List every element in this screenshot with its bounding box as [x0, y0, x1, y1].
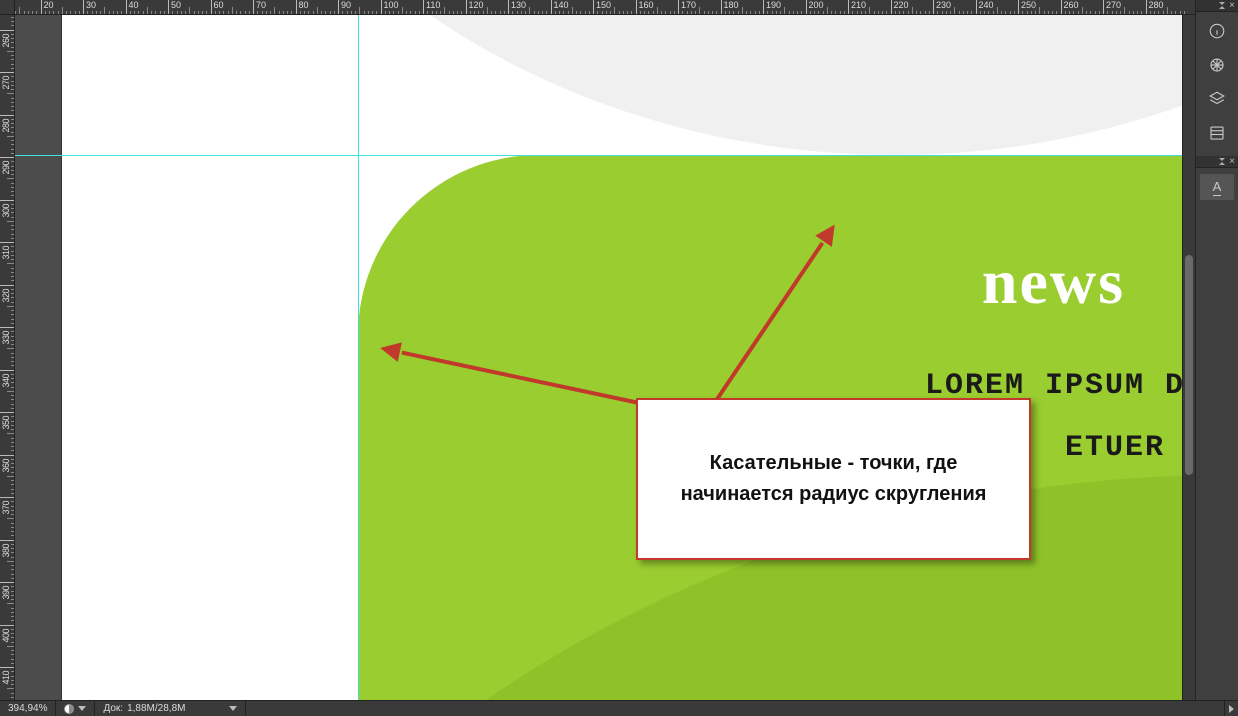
scrollbar-thumb[interactable]: [1185, 255, 1193, 475]
annotation-callout: Касательные - точки, где начинается ради…: [636, 398, 1031, 560]
news-archive-heading: NEWS ARCHIV: [956, 651, 1195, 692]
character-panel-icon[interactable]: A: [1200, 174, 1234, 200]
artboard[interactable]: news LOREM IPSUM DOETUER AULLA. DOPURUS …: [62, 15, 1195, 700]
zoom-level[interactable]: 394,94%: [0, 701, 56, 716]
doc-label: Док:: [103, 703, 123, 714]
vertical-scrollbar[interactable]: [1182, 15, 1195, 700]
guide-vertical[interactable]: [358, 15, 359, 700]
dock-collapse-handle[interactable]: ×: [1196, 0, 1238, 12]
panel-dock: × × A: [1195, 0, 1238, 716]
ruler-horizontal[interactable]: 1020304050607080901001101201301401501601…: [15, 0, 1195, 15]
guide-horizontal[interactable]: [15, 155, 1195, 156]
ruler-vertical[interactable]: 2502602702802903003103203303403503603703…: [0, 15, 15, 700]
layers-icon[interactable]: [1200, 86, 1234, 112]
news-heading: news: [982, 245, 1125, 319]
ruler-origin[interactable]: [0, 0, 15, 15]
hscroll-right-button[interactable]: [1224, 701, 1238, 716]
doc-size-value: 1,88M/28,8M: [127, 703, 185, 714]
canvas-area[interactable]: news LOREM IPSUM DOETUER AULLA. DOPURUS …: [15, 15, 1195, 700]
status-bar: 394,94% Док: 1,88M/28,8M: [0, 700, 1238, 716]
properties-icon[interactable]: [1200, 120, 1234, 146]
exposure-indicator[interactable]: [56, 701, 95, 716]
info-icon[interactable]: [1200, 18, 1234, 44]
dock-collapse-handle-2[interactable]: ×: [1196, 156, 1238, 168]
wheel-icon[interactable]: [1200, 52, 1234, 78]
paw-icon: [871, 648, 927, 696]
doc-size[interactable]: Док: 1,88M/28,8M: [95, 701, 246, 716]
bg-arc: [145, 15, 1195, 155]
